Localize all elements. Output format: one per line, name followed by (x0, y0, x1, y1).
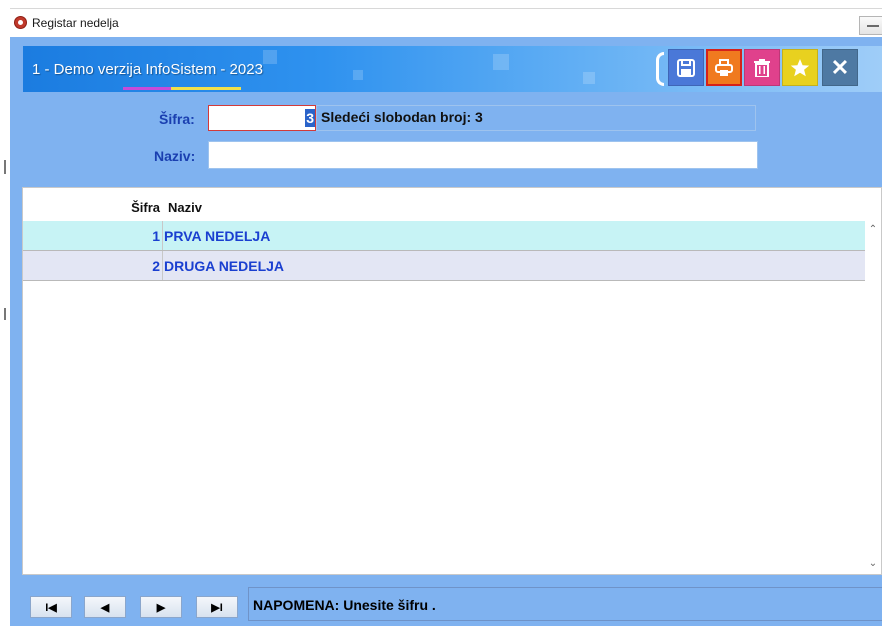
favorite-button[interactable] (782, 49, 818, 86)
print-button[interactable] (706, 49, 742, 86)
table-row[interactable]: 2 DRUGA NEDELJA (23, 251, 865, 281)
scroll-down-icon[interactable]: ⌄ (867, 558, 879, 570)
delete-button[interactable] (744, 49, 780, 86)
first-record-button[interactable]: I◀ (30, 596, 72, 618)
grid-header: Šifra Naziv (23, 188, 865, 221)
data-grid: Šifra Naziv 1 PRVA NEDELJA 2 DRUGA NEDEL… (22, 187, 882, 575)
trash-icon (754, 58, 770, 77)
last-record-button[interactable]: ▶I (196, 596, 238, 618)
cell-separator (162, 221, 163, 250)
app-icon (15, 17, 26, 28)
header-banner: 1 - Demo verzija InfoSistem - 2023 ✕ (23, 46, 882, 92)
banner-decoration (353, 70, 363, 80)
company-title: 1 - Demo verzija InfoSistem - 2023 (32, 61, 263, 78)
cell-naziv: DRUGA NEDELJA (164, 258, 285, 274)
floppy-disk-icon (677, 58, 695, 77)
close-icon: ✕ (830, 54, 850, 80)
code-label: Šifra: (159, 111, 195, 127)
scroll-up-icon[interactable]: ⌃ (867, 224, 879, 236)
banner-decoration (583, 72, 595, 84)
next-record-button[interactable]: ▶ (140, 596, 182, 618)
column-header-naziv[interactable]: Naziv (168, 200, 202, 215)
previous-icon: ◀ (100, 601, 110, 614)
previous-record-button[interactable]: ◀ (84, 596, 126, 618)
window-title-bar: Registar nedelja (10, 8, 882, 38)
cell-sifra: 2 (152, 258, 160, 274)
cell-separator (162, 251, 163, 280)
name-label: Naziv: (154, 148, 196, 164)
first-icon: I◀ (45, 601, 57, 614)
banner-decoration (493, 54, 509, 70)
save-button[interactable] (668, 49, 704, 86)
last-icon: ▶I (211, 601, 223, 614)
toolbar: ✕ (656, 47, 882, 90)
edge-mark (4, 160, 6, 174)
next-icon: ▶ (156, 601, 166, 614)
cell-sifra: 1 (152, 228, 160, 244)
edge-mark (4, 308, 6, 320)
name-input[interactable] (208, 141, 758, 169)
main-frame: 1 - Demo verzija InfoSistem - 2023 ✕ Šif… (10, 37, 882, 626)
left-edge (0, 0, 10, 626)
code-value: 3 (305, 109, 315, 127)
table-row[interactable]: 1 PRVA NEDELJA (23, 221, 865, 251)
printer-icon (715, 58, 733, 76)
window-title: Registar nedelja (32, 16, 119, 30)
cell-naziv: PRVA NEDELJA (164, 228, 271, 244)
status-note: NAPOMENA: Unesite šifru . (248, 587, 882, 621)
close-button[interactable]: ✕ (822, 49, 858, 86)
banner-accent (123, 87, 171, 90)
banner-accent (171, 87, 241, 90)
column-header-sifra[interactable]: Šifra (23, 200, 160, 215)
code-input[interactable]: 3 (208, 105, 316, 131)
star-icon (790, 58, 810, 76)
banner-decoration (263, 50, 277, 64)
minimize-button[interactable] (859, 16, 882, 35)
toolbar-bracket (656, 52, 664, 86)
next-free-number: Sledeći slobodan broj: 3 (316, 105, 756, 131)
